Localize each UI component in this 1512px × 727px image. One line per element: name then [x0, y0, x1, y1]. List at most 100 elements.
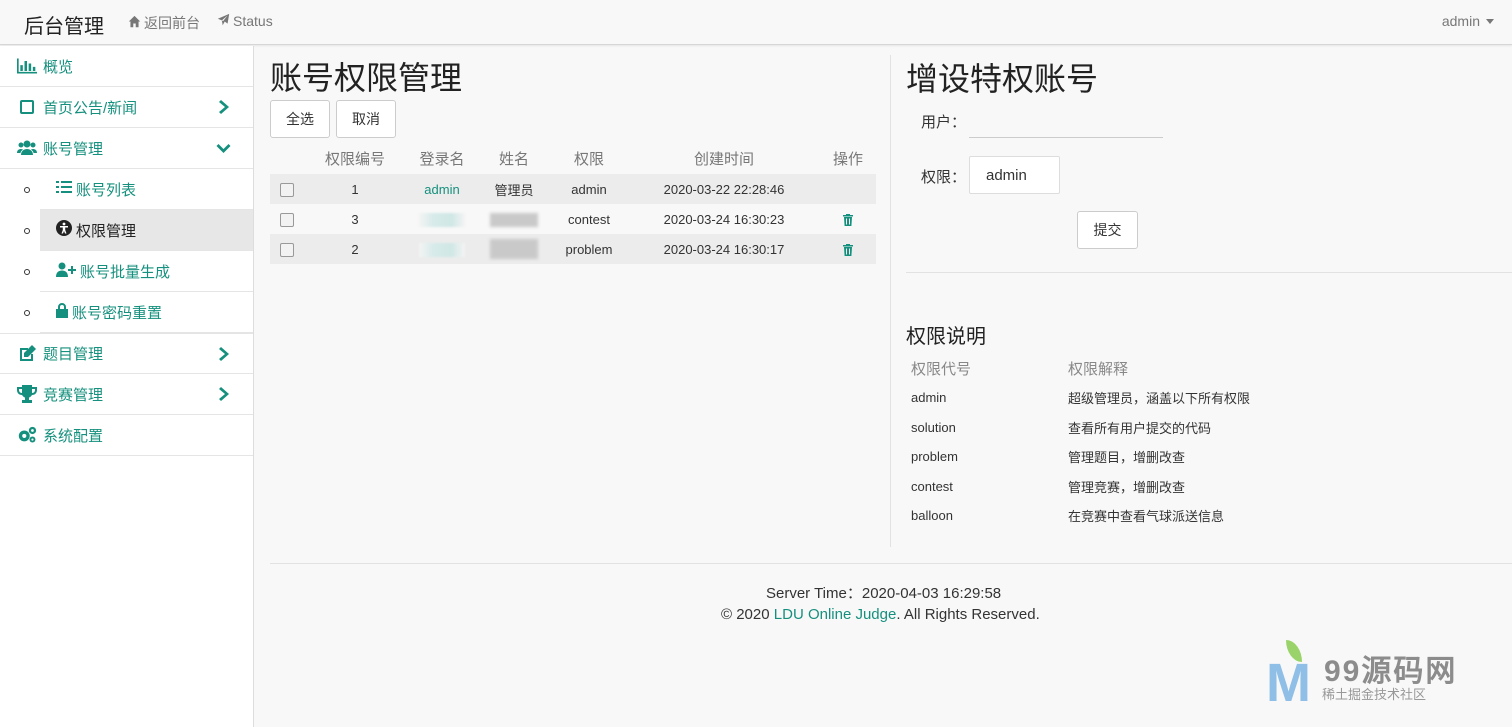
back-to-frontend-link[interactable]: 返回前台 [128, 13, 200, 33]
row-checkbox[interactable] [280, 182, 294, 197]
column-header: 登录名 [419, 151, 465, 168]
sidebar-item-label: 系统配置 [43, 427, 104, 445]
submit-button[interactable]: 提交 [1077, 211, 1138, 249]
trash-icon[interactable] [843, 242, 853, 257]
explanation-title: 权限说明 [906, 326, 986, 348]
table-row: 2 problem 2020-03-24 16:30:17 [270, 234, 876, 264]
paper-plane-icon [217, 13, 230, 29]
watermark-logo: M [1266, 653, 1311, 713]
section-divider [906, 272, 1512, 273]
privilege-select[interactable]: admin [969, 156, 1060, 194]
brand-title[interactable]: 后台管理 [24, 10, 104, 39]
sidebar-item-label: 首页公告/新闻 [43, 99, 138, 117]
table-header-row: 权限编号 登录名 姓名 权限 创建时间 操作 [270, 143, 876, 174]
privilege-code: solution [911, 419, 956, 435]
sidebar-item-overview[interactable]: 概览 [0, 46, 253, 87]
user-input[interactable] [969, 104, 1163, 138]
trophy-icon [17, 385, 37, 403]
name-cell: 管理员 [478, 174, 550, 204]
created-time-cell: 2020-03-24 16:30:17 [628, 234, 820, 264]
status-label: Status [233, 13, 273, 29]
table-header-row: 权限代号 权限解释 [906, 354, 1346, 383]
copyright-suffix: . All Rights Reserved. [896, 606, 1040, 623]
accessibility-icon [56, 220, 76, 240]
blurred-login-name[interactable] [419, 242, 465, 257]
sidebar-subitem-privilege-management[interactable]: 权限管理 [0, 210, 253, 251]
column-header: 创建时间 [693, 151, 754, 168]
sidebar-subitem-label: 账号批量生成 [80, 263, 171, 281]
panel-divider [890, 55, 891, 547]
sidebar-subitem-password-reset[interactable]: 账号密码重置 [0, 292, 253, 333]
top-navbar: 后台管理 返回前台 Status admin [0, 0, 1512, 45]
privilege-id-cell: 1 [304, 174, 406, 204]
sidebar-item-contest-management[interactable]: 竞赛管理 [0, 374, 253, 415]
gears-icon [17, 426, 37, 444]
privilege-explanation-table: 权限代号 权限解释 admin 超级管理员，涵盖以下所有权限 solution 查看… [906, 354, 1346, 531]
bullet-icon [24, 187, 30, 193]
caret-down-icon [1486, 18, 1494, 24]
select-all-button[interactable]: 全选 [270, 100, 330, 138]
sidebar-subitem-label: 权限管理 [76, 222, 137, 240]
bullet-icon [24, 310, 30, 316]
bullet-icon [24, 269, 30, 275]
privilege-cell: contest [568, 211, 610, 227]
privilege-description: 超级管理员，涵盖以下所有权限 [1068, 391, 1251, 407]
sidebar-subitem-batch-generate[interactable]: 账号批量生成 [0, 251, 253, 292]
status-link[interactable]: Status [217, 13, 273, 29]
sidebar-item-label: 题目管理 [43, 346, 104, 363]
table-row: problem 管理题目，增删改查 [906, 442, 1346, 472]
copyright-line: © 2020 LDU Online Judge. All Rights Rese… [721, 606, 1040, 623]
sidebar-item-system-config[interactable]: 系统配置 [0, 415, 253, 456]
row-checkbox[interactable] [280, 242, 294, 257]
bullet-icon [24, 228, 30, 234]
trash-icon[interactable] [843, 212, 853, 227]
column-header: 权限代号 [911, 361, 972, 378]
privilege-select-value: admin [986, 166, 1027, 184]
sidebar-item-problem-management[interactable]: 题目管理 [0, 333, 253, 374]
checkbox-column-header [270, 143, 304, 174]
chevron-right-icon [219, 387, 231, 405]
add-form-title: 增设特权账号 [906, 61, 1099, 97]
page-title: 账号权限管理 [270, 60, 463, 96]
table-row: balloon 在竞赛中查看气球派送信息 [906, 501, 1346, 531]
edit-icon [17, 344, 37, 363]
bar-chart-icon [17, 57, 37, 75]
watermark: M 99源码网 稀土掘金技术社区 [1262, 640, 1502, 720]
privilege-code: problem [911, 449, 958, 465]
server-time-value: 2020-04-03 16:29:58 [861, 585, 1002, 602]
table-row: contest 管理竞赛，增删改查 [906, 472, 1346, 502]
copyright-prefix: © 2020 [721, 606, 774, 623]
column-header: 权限 [573, 151, 604, 168]
privilege-table: 权限编号 登录名 姓名 权限 创建时间 操作 1 admin 管理员 admin… [270, 143, 876, 264]
created-time-cell: 2020-03-22 22:28:46 [628, 174, 820, 204]
sidebar: 概览 首页公告/新闻 账号管理 账号列表 权限管理 账号批量生成 账号密码重置 … [0, 46, 254, 727]
privilege-description: 查看所有用户提交的代码 [1068, 420, 1212, 436]
server-time-label: Server Time： [766, 585, 862, 602]
blurred-name [490, 212, 538, 227]
privilege-code: balloon [911, 508, 953, 524]
row-checkbox[interactable] [280, 212, 294, 227]
user-dropdown[interactable]: admin [1442, 13, 1494, 29]
table-row: 3 contest 2020-03-24 16:30:23 [270, 204, 876, 234]
privilege-code: contest [911, 478, 953, 494]
sidebar-item-announcements[interactable]: 首页公告/新闻 [0, 87, 253, 128]
sidebar-subitem-label: 账号列表 [76, 181, 137, 199]
user-plus-icon [56, 262, 80, 281]
chevron-right-icon [219, 347, 231, 365]
sidebar-subitem-account-list[interactable]: 账号列表 [0, 169, 253, 210]
privilege-code: admin [911, 390, 947, 406]
lock-icon [56, 302, 72, 322]
table-row: admin 超级管理员，涵盖以下所有权限 [906, 383, 1346, 413]
watermark-subtext: 稀土掘金技术社区 [1322, 687, 1427, 702]
sidebar-item-account-management[interactable]: 账号管理 [0, 128, 253, 169]
table-row: 1 admin 管理员 admin 2020-03-22 22:28:46 [270, 174, 876, 204]
column-header: 权限解释 [1068, 361, 1129, 378]
blurred-name [490, 239, 538, 259]
login-name-link[interactable]: admin [424, 182, 459, 197]
cancel-button[interactable]: 取消 [336, 100, 396, 138]
sidebar-item-label: 竞赛管理 [43, 386, 104, 404]
blurred-login-name[interactable] [419, 212, 465, 227]
privilege-description: 管理题目，增删改查 [1068, 450, 1186, 466]
privilege-id-cell: 3 [351, 211, 359, 227]
site-name-link[interactable]: LDU Online Judge [774, 606, 897, 623]
